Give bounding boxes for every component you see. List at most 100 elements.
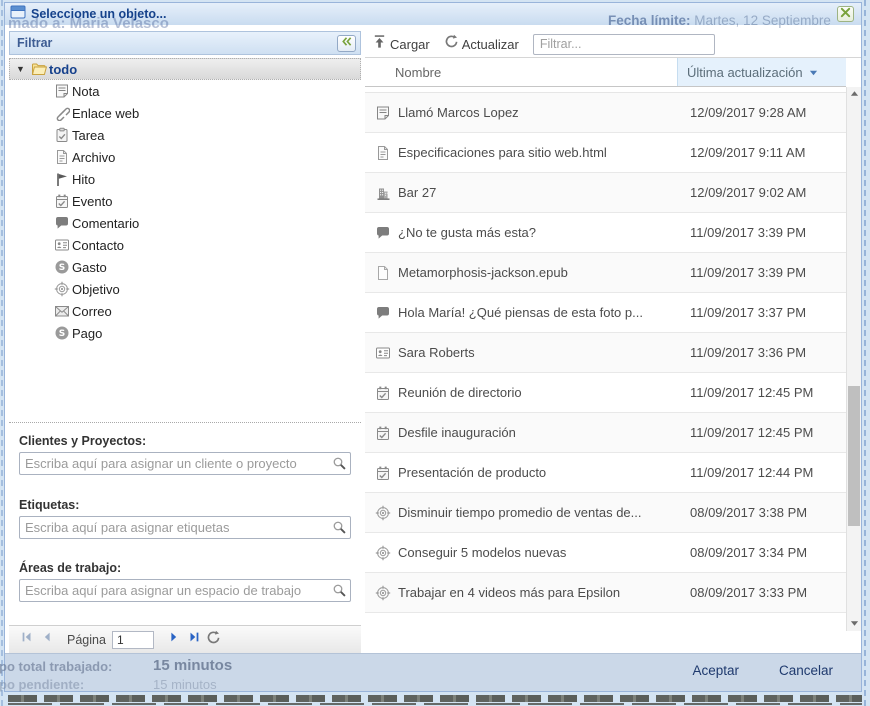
first-page-icon bbox=[20, 630, 34, 649]
row-updated: 11/09/2017 12:45 PM bbox=[680, 385, 846, 400]
tree-item-pago[interactable]: SPago bbox=[9, 322, 361, 344]
table-row[interactable]: Conseguir 5 modelos nuevas08/09/2017 3:3… bbox=[365, 533, 846, 573]
tree-item-label: Archivo bbox=[72, 150, 115, 165]
field-group-etiquetas: Etiquetas: bbox=[19, 498, 351, 539]
tree-item-gasto[interactable]: SGasto bbox=[9, 256, 361, 278]
tree-item-label: Evento bbox=[72, 194, 112, 209]
tree-item-comentario[interactable]: Comentario bbox=[9, 212, 361, 234]
tree-item-objetivo[interactable]: Objetivo bbox=[9, 278, 361, 300]
background-clipped-text-strip bbox=[0, 694, 870, 706]
event-calendar-icon bbox=[374, 465, 391, 481]
tree-item-label: Comentario bbox=[72, 216, 139, 231]
next-page-icon bbox=[167, 630, 181, 649]
upload-label: Cargar bbox=[390, 37, 430, 52]
expense-icon: S bbox=[53, 259, 70, 275]
field-group-areas-de-trabajo: Áreas de trabajo: bbox=[19, 561, 351, 602]
pager-refresh-button[interactable] bbox=[204, 630, 224, 650]
etiquetas-input[interactable] bbox=[19, 516, 351, 539]
file-icon bbox=[53, 149, 70, 165]
comment-icon bbox=[53, 215, 70, 231]
filter-panel: Filtrar ▼ todo NotaEnlace webTareaArchiv… bbox=[9, 31, 361, 653]
dialog-titlebar[interactable]: Seleccione un objeto... bbox=[5, 3, 861, 25]
search-icon bbox=[332, 456, 347, 476]
table-row[interactable]: Metamorphosis-jackson.epub11/09/2017 3:3… bbox=[365, 253, 846, 293]
search-icon bbox=[332, 520, 347, 540]
last-page-icon bbox=[187, 630, 201, 649]
column-header-nombre[interactable]: Nombre bbox=[365, 58, 677, 86]
pagination-bar: Página bbox=[9, 625, 361, 653]
refresh-label: Actualizar bbox=[462, 37, 519, 52]
cancel-button[interactable]: Cancelar bbox=[779, 663, 833, 678]
field-label: Áreas de trabajo: bbox=[19, 561, 351, 575]
first-page-button[interactable] bbox=[17, 630, 37, 650]
page-label: Página bbox=[67, 633, 106, 647]
upload-button[interactable]: Cargar bbox=[372, 34, 430, 54]
field-label: Etiquetas: bbox=[19, 498, 351, 512]
table-row[interactable]: Desfile inauguración11/09/2017 12:45 PM bbox=[365, 413, 846, 453]
last-page-button[interactable] bbox=[184, 630, 204, 650]
row-updated: 11/09/2017 3:39 PM bbox=[680, 225, 846, 240]
scroll-down-button[interactable] bbox=[847, 617, 861, 631]
close-button[interactable] bbox=[837, 6, 854, 22]
tree-item-label: Enlace web bbox=[72, 106, 139, 121]
tree-item-label: Tarea bbox=[72, 128, 105, 143]
next-page-button[interactable] bbox=[164, 630, 184, 650]
table-row[interactable]: Disminuir tiempo promedio de ventas de..… bbox=[365, 493, 846, 533]
row-name: Disminuir tiempo promedio de ventas de..… bbox=[398, 505, 680, 520]
clientes-y-proyectos-input[interactable] bbox=[19, 452, 351, 475]
field-label: Clientes y Proyectos: bbox=[19, 434, 351, 448]
row-name: ¿No te gusta más esta? bbox=[398, 225, 680, 240]
table-row[interactable]: Hola María! ¿Qué piensas de esta foto p.… bbox=[365, 293, 846, 333]
file-icon bbox=[374, 145, 391, 161]
list-filter-input[interactable] bbox=[533, 34, 715, 55]
table-row[interactable]: Reunión de directorio11/09/2017 12:45 PM bbox=[365, 373, 846, 413]
goal-target-icon bbox=[374, 545, 391, 561]
svg-text:S: S bbox=[58, 263, 64, 273]
background-dashed-border-right bbox=[864, 0, 866, 706]
table-row[interactable]: Llamó Marcos Lopez12/09/2017 9:28 AM bbox=[365, 93, 846, 133]
tree-item-label: Contacto bbox=[72, 238, 124, 253]
window-icon bbox=[10, 5, 26, 24]
table-row[interactable]: Sara Roberts11/09/2017 3:36 PM bbox=[365, 333, 846, 373]
scroll-down-icon bbox=[850, 615, 859, 633]
row-name: Trabajar en 4 videos más para Epsilon bbox=[398, 585, 680, 600]
link-icon bbox=[53, 105, 70, 121]
accept-button[interactable]: Aceptar bbox=[692, 663, 739, 678]
tree-item-label: Pago bbox=[72, 326, 102, 341]
refresh-button[interactable]: Actualizar bbox=[444, 34, 519, 54]
collapse-panel-button[interactable] bbox=[337, 35, 356, 52]
scrollbar-thumb[interactable] bbox=[848, 386, 860, 526]
search-icon bbox=[332, 583, 347, 603]
tree-item-label: Nota bbox=[72, 84, 99, 99]
page-number-input[interactable] bbox=[112, 631, 154, 649]
tree-item-enlace-web[interactable]: Enlace web bbox=[9, 102, 361, 124]
scroll-up-button[interactable] bbox=[847, 87, 861, 101]
row-updated: 11/09/2017 3:36 PM bbox=[680, 345, 846, 360]
table-row[interactable]: ¿No te gusta más esta?11/09/2017 3:39 PM bbox=[365, 213, 846, 253]
scroll-up-icon bbox=[850, 85, 859, 103]
table-row[interactable]: Presentación de producto11/09/2017 12:44… bbox=[365, 453, 846, 493]
row-updated: 11/09/2017 12:45 PM bbox=[680, 425, 846, 440]
tree-item-label: Objetivo bbox=[72, 282, 120, 297]
task-icon bbox=[53, 127, 70, 143]
goal-target-icon bbox=[374, 585, 391, 601]
table-row[interactable]: Bar 2712/09/2017 9:02 AM bbox=[365, 173, 846, 213]
tree-item-contacto[interactable]: Contacto bbox=[9, 234, 361, 256]
tree-expand-arrow-icon[interactable]: ▼ bbox=[16, 64, 30, 74]
goal-target-icon bbox=[53, 281, 70, 297]
table-row[interactable]: Especificaciones para sitio web.html12/0… bbox=[365, 133, 846, 173]
comment-icon bbox=[374, 305, 391, 321]
table-row[interactable]: Trabajar en 4 videos más para Epsilon08/… bbox=[365, 573, 846, 613]
column-header-ultima-actualizacion[interactable]: Última actualización bbox=[677, 58, 846, 86]
close-icon bbox=[840, 5, 851, 23]
tree-root-todo[interactable]: ▼ todo bbox=[9, 58, 361, 80]
tree-item-hito[interactable]: Hito bbox=[9, 168, 361, 190]
tree-item-nota[interactable]: Nota bbox=[9, 80, 361, 102]
previous-page-button[interactable] bbox=[37, 630, 57, 650]
tree-item-evento[interactable]: Evento bbox=[9, 190, 361, 212]
tree-item-archivo[interactable]: Archivo bbox=[9, 146, 361, 168]
areas-de-trabajo-input[interactable] bbox=[19, 579, 351, 602]
list-scrollbar[interactable] bbox=[846, 87, 861, 631]
tree-item-tarea[interactable]: Tarea bbox=[9, 124, 361, 146]
tree-item-correo[interactable]: Correo bbox=[9, 300, 361, 322]
